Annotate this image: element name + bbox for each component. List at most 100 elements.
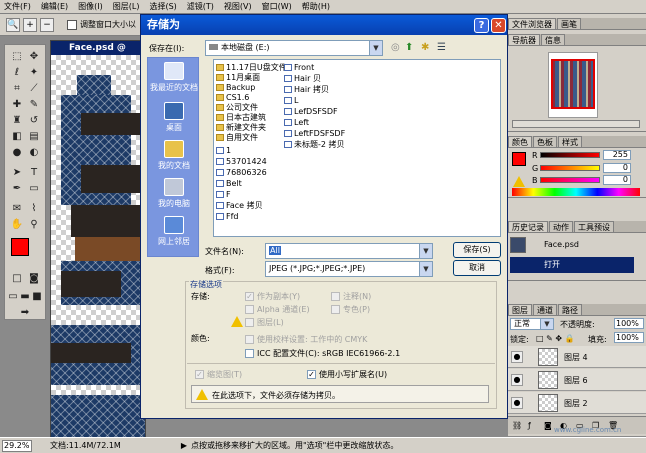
- resize-window-checkbox[interactable]: [67, 19, 77, 30]
- list-item[interactable]: 公司文件: [216, 103, 258, 113]
- visibility-eye-icon[interactable]: ●: [511, 351, 523, 363]
- brush-tool-icon[interactable]: ✎: [26, 97, 42, 112]
- canvas[interactable]: [51, 55, 145, 437]
- layer-style-icon[interactable]: ƒ: [528, 421, 531, 430]
- opacity-input[interactable]: 100%: [614, 318, 644, 329]
- blur-tool-icon[interactable]: ●: [9, 145, 25, 160]
- lock-icons[interactable]: □ ✎ ✥ 🔒: [536, 334, 575, 343]
- new-folder-icon[interactable]: ✱: [421, 42, 429, 53]
- list-item[interactable]: 11.17日U盘文件: [216, 63, 287, 73]
- pen-tool-icon[interactable]: ✒: [9, 181, 25, 196]
- red-slider[interactable]: [540, 152, 600, 158]
- list-item[interactable]: Belt: [216, 179, 242, 189]
- menu-image[interactable]: 图像(I): [78, 1, 103, 12]
- filename-input[interactable]: All ▼: [265, 243, 433, 259]
- icc-profile-checkbox[interactable]: [245, 349, 254, 358]
- zoom-out-icon[interactable]: −: [40, 17, 54, 32]
- link-layers-icon[interactable]: ⛓: [512, 421, 522, 430]
- back-icon[interactable]: ◎: [391, 42, 400, 53]
- annotations-checkbox[interactable]: [331, 292, 340, 301]
- list-item[interactable]: F: [216, 190, 231, 200]
- navigator-zoom-slider[interactable]: [512, 120, 640, 128]
- view-menu-icon[interactable]: ☰: [437, 42, 446, 53]
- place-my-computer[interactable]: 我的电脑: [148, 178, 200, 209]
- red-value[interactable]: 255: [603, 150, 631, 160]
- color-foreground-swatch[interactable]: [512, 152, 526, 166]
- visibility-eye-icon[interactable]: ●: [511, 397, 523, 409]
- list-item[interactable]: 1: [216, 146, 231, 156]
- format-select[interactable]: JPEG (*.JPG;*.JPEG;*.JPE) ▼: [265, 261, 433, 277]
- list-item[interactable]: CS1.6: [216, 93, 249, 103]
- gradient-tool-icon[interactable]: ▤: [26, 129, 42, 144]
- list-item[interactable]: 自用文件: [216, 133, 258, 143]
- green-value[interactable]: 0: [603, 163, 631, 173]
- proof-setup-checkbox[interactable]: [245, 335, 254, 344]
- eraser-tool-icon[interactable]: ◧: [9, 129, 25, 144]
- history-file[interactable]: Face.psd: [544, 240, 579, 249]
- stamp-tool-icon[interactable]: ♜: [9, 113, 25, 128]
- place-desktop[interactable]: 桌面: [148, 102, 200, 133]
- list-item[interactable]: 53701424: [216, 157, 267, 167]
- foreground-color-swatch[interactable]: [11, 238, 29, 256]
- up-folder-icon[interactable]: ⬆: [405, 42, 413, 53]
- list-item[interactable]: 未标题-2 拷贝: [284, 140, 345, 150]
- zoom-level[interactable]: 29.2%: [2, 439, 32, 452]
- list-item[interactable]: 76806326: [216, 168, 267, 178]
- close-icon[interactable]: ✕: [491, 18, 506, 33]
- tab-styles[interactable]: 样式: [558, 136, 582, 147]
- tab-navigator[interactable]: 导航器: [508, 34, 540, 45]
- list-item[interactable]: Face 拷贝: [216, 201, 263, 211]
- list-item[interactable]: L: [284, 96, 298, 106]
- layer-row[interactable]: ● 图层 6: [508, 369, 646, 391]
- list-item[interactable]: Ffd: [216, 212, 239, 222]
- list-item[interactable]: Hair 贝: [284, 74, 321, 84]
- green-slider[interactable]: [540, 165, 600, 171]
- menu-layer[interactable]: 图层(L): [113, 1, 140, 12]
- dodge-tool-icon[interactable]: ◐: [26, 145, 42, 160]
- notes-tool-icon[interactable]: ✉: [9, 201, 25, 216]
- cancel-button[interactable]: 取消: [453, 260, 501, 276]
- magic-wand-icon[interactable]: ✦: [26, 65, 42, 80]
- tab-brushes[interactable]: 画笔: [557, 18, 581, 29]
- zoom-tool-icon[interactable]: 🔍: [6, 17, 20, 32]
- menu-window[interactable]: 窗口(W): [262, 1, 292, 12]
- help-icon[interactable]: ?: [474, 18, 489, 33]
- layer-row[interactable]: ● 图层 2: [508, 392, 646, 414]
- save-button[interactable]: 保存(S): [453, 242, 501, 258]
- menu-file[interactable]: 文件(F): [4, 1, 31, 12]
- screen-mode-3-icon[interactable]: ■: [31, 289, 43, 304]
- tab-tool-presets[interactable]: 工具预设: [574, 221, 614, 232]
- type-tool-icon[interactable]: T: [26, 165, 42, 180]
- list-item[interactable]: Backup: [216, 83, 255, 93]
- tab-channels[interactable]: 通道: [533, 304, 557, 315]
- imageready-icon[interactable]: ➡: [17, 305, 33, 320]
- navigator-view-box[interactable]: [551, 59, 595, 109]
- menu-filter[interactable]: 滤镜(T): [187, 1, 214, 12]
- list-item[interactable]: LefDSFSDF: [284, 107, 338, 117]
- tab-layers[interactable]: 图层: [508, 304, 532, 315]
- menu-edit[interactable]: 编辑(E): [41, 1, 68, 12]
- standard-mode-icon[interactable]: □: [9, 271, 25, 286]
- eyedropper-icon[interactable]: ⌇: [26, 201, 42, 216]
- visibility-eye-icon[interactable]: ●: [511, 374, 523, 386]
- list-item[interactable]: 11月桌面: [216, 73, 260, 83]
- tab-actions[interactable]: 动作: [549, 221, 573, 232]
- list-item[interactable]: Hair 拷贝: [284, 85, 329, 95]
- zoom-tool-icon[interactable]: ⚲: [26, 217, 42, 232]
- place-network[interactable]: 网上邻居: [148, 216, 200, 247]
- place-recent[interactable]: 我最近的文档: [148, 62, 200, 93]
- blue-slider[interactable]: [540, 177, 600, 183]
- lasso-tool-icon[interactable]: ℓ: [9, 65, 25, 80]
- list-item[interactable]: 日本古建筑: [216, 113, 266, 123]
- layers-checkbox[interactable]: [245, 318, 254, 327]
- layer-row[interactable]: ● 图层 4: [508, 346, 646, 368]
- place-my-documents[interactable]: 我的文档: [148, 140, 200, 171]
- slice-tool-icon[interactable]: ⟋: [26, 81, 42, 96]
- history-open-step[interactable]: 打开: [510, 257, 634, 273]
- path-select-icon[interactable]: ➤: [9, 165, 25, 180]
- menu-select[interactable]: 选择(S): [149, 1, 176, 12]
- menu-help[interactable]: 帮助(H): [302, 1, 330, 12]
- quickmask-mode-icon[interactable]: ◙: [26, 271, 42, 286]
- screen-mode-1-icon[interactable]: ▭: [7, 289, 19, 304]
- lowercase-ext-checkbox[interactable]: ✓: [307, 370, 316, 379]
